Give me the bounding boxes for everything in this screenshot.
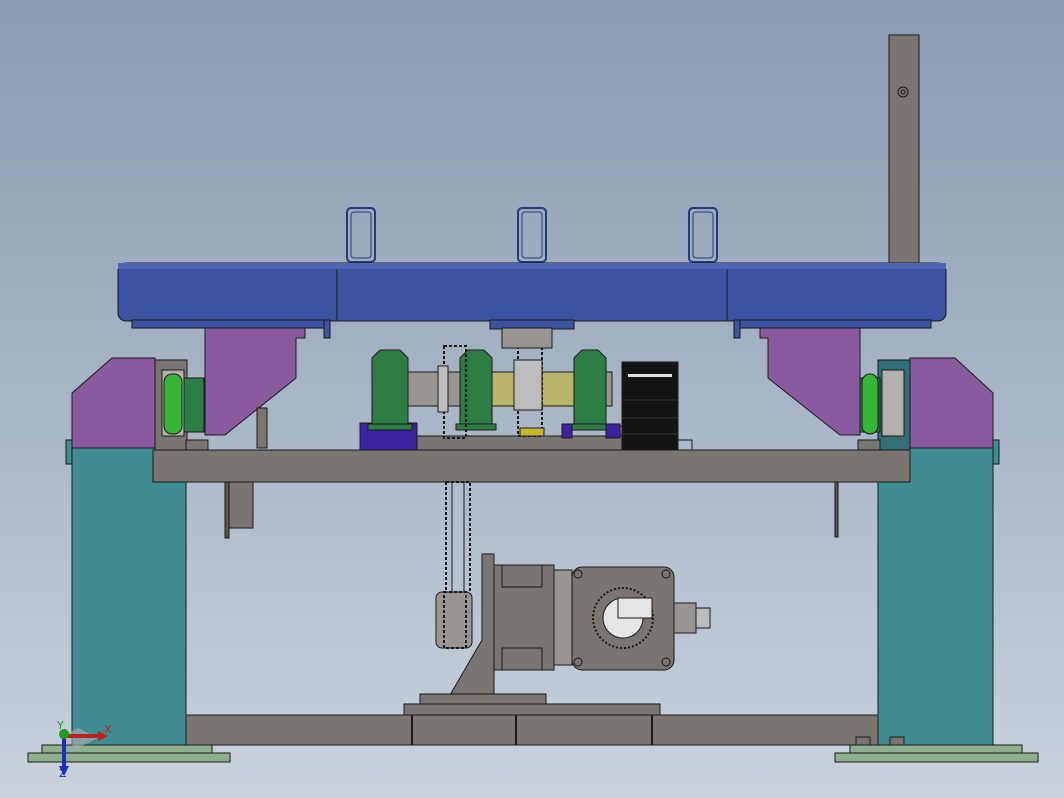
purple-bracket-left[interactable] xyxy=(204,327,306,436)
sprocket-lower[interactable] xyxy=(435,591,473,649)
triad-z-label: Z xyxy=(59,767,67,780)
leg-right[interactable] xyxy=(877,439,1000,749)
small-fitting-left[interactable] xyxy=(561,423,573,439)
lifting-lug[interactable] xyxy=(517,207,547,263)
guide-wheel-right[interactable] xyxy=(859,359,911,451)
black-box[interactable] xyxy=(621,361,693,451)
side-housing-left[interactable] xyxy=(71,357,156,449)
triad-y-label: Y xyxy=(56,719,64,732)
guide-wheel-left[interactable] xyxy=(154,359,205,451)
top-beam[interactable] xyxy=(117,262,947,339)
base-plate-left[interactable] xyxy=(27,744,231,763)
leg-left[interactable] xyxy=(65,439,187,749)
purple-bracket-right[interactable] xyxy=(759,327,861,436)
bearing-left[interactable] xyxy=(367,349,413,431)
bearing-right[interactable] xyxy=(569,349,611,431)
side-housing-right[interactable] xyxy=(909,357,994,449)
vertical-post[interactable] xyxy=(888,34,920,266)
lifting-lug[interactable] xyxy=(346,207,376,263)
graphics-viewport[interactable]: X Y Z xyxy=(0,0,1064,798)
gear-motor[interactable] xyxy=(493,564,711,671)
hanging-bracket-left[interactable] xyxy=(224,481,254,539)
hanging-bracket-right[interactable] xyxy=(834,481,839,538)
small-tab-left[interactable] xyxy=(256,407,268,449)
lifting-lug[interactable] xyxy=(688,207,718,263)
triad-x-label: X xyxy=(104,723,112,736)
bearing-center[interactable] xyxy=(455,349,497,431)
bottom-beam[interactable] xyxy=(185,703,879,746)
cad-model-scene[interactable]: X Y Z xyxy=(0,0,1064,798)
